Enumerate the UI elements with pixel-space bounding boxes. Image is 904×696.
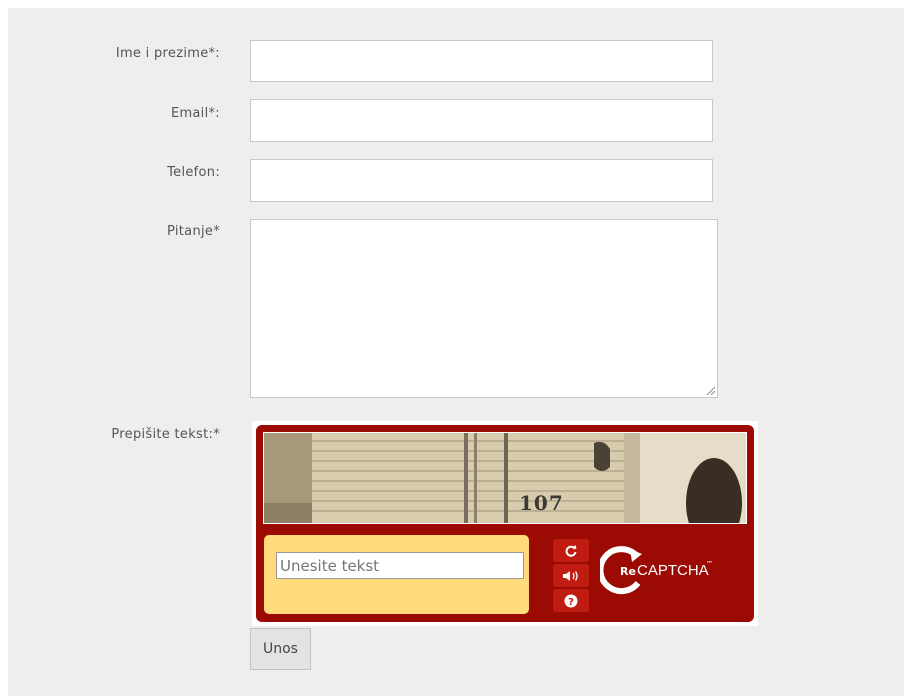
email-label: Email*: bbox=[170, 106, 220, 121]
captcha-photo bbox=[264, 433, 746, 523]
logo-prefix: Re bbox=[620, 565, 636, 578]
recaptcha-frame: 107 ? bbox=[256, 425, 754, 622]
help-button[interactable]: ? bbox=[553, 589, 589, 612]
logo-text: CAPTCHA bbox=[637, 562, 709, 579]
phone-label: Telefon: bbox=[167, 165, 220, 180]
phone-input[interactable] bbox=[250, 159, 713, 202]
refresh-icon bbox=[565, 544, 577, 557]
resize-grip-icon[interactable] bbox=[706, 386, 715, 395]
recaptcha-logo: Re CAPTCHA ™ bbox=[597, 539, 730, 601]
logo-trademark: ™ bbox=[706, 560, 713, 568]
svg-text:?: ? bbox=[568, 597, 574, 608]
captcha-response-input[interactable] bbox=[276, 552, 524, 579]
captcha-label: Prepišite tekst:* bbox=[111, 427, 220, 442]
captcha-answer-box bbox=[264, 535, 529, 614]
question-icon: ? bbox=[564, 594, 578, 608]
name-label: Ime i prezime*: bbox=[115, 46, 220, 61]
captcha-image: 107 bbox=[263, 432, 747, 524]
question-textarea[interactable] bbox=[250, 219, 718, 398]
submit-button[interactable]: Unos bbox=[250, 628, 311, 670]
name-input[interactable] bbox=[250, 40, 713, 82]
question-label: Pitanje* bbox=[167, 224, 220, 239]
reload-button[interactable] bbox=[553, 539, 589, 562]
email-input[interactable] bbox=[250, 99, 713, 142]
audio-button[interactable] bbox=[553, 564, 589, 587]
recaptcha-widget: 107 ? bbox=[252, 421, 758, 626]
speaker-icon bbox=[563, 570, 578, 581]
recaptcha-logo-icon: Re CAPTCHA ™ bbox=[597, 546, 713, 595]
captcha-text: 107 bbox=[519, 491, 564, 515]
